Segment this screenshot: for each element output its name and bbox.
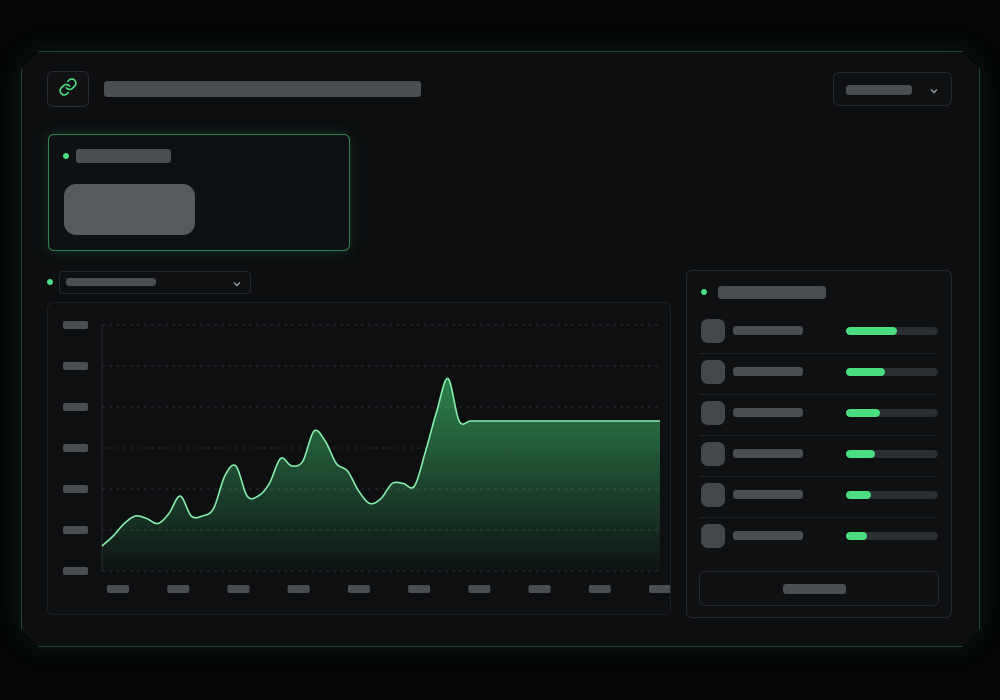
kpi-value — [64, 184, 195, 235]
progress-track — [846, 409, 938, 417]
status-dot — [63, 153, 69, 159]
avatar — [701, 319, 725, 343]
leaderboard-title — [718, 286, 826, 299]
list-item[interactable] — [699, 517, 938, 558]
chevron-down-icon — [232, 276, 242, 294]
x-tick-label — [287, 585, 310, 593]
view-all-button[interactable] — [699, 571, 939, 606]
kpi-card — [48, 134, 350, 251]
list-item-name — [733, 367, 803, 376]
x-tick-label — [227, 585, 250, 593]
avatar — [701, 360, 725, 384]
metric-select-value — [66, 278, 156, 286]
y-tick-label — [63, 485, 88, 493]
x-tick-label — [167, 585, 190, 593]
avatar — [701, 483, 725, 507]
y-tick-label — [63, 444, 88, 452]
y-tick-label — [63, 362, 88, 370]
progress-fill — [846, 532, 868, 540]
x-tick-label — [408, 585, 431, 593]
status-dot — [701, 289, 707, 295]
area-chart — [63, 321, 670, 593]
progress-track — [846, 368, 938, 376]
period-select[interactable] — [833, 72, 952, 106]
x-tick-label — [588, 585, 611, 593]
progress-track — [846, 327, 938, 335]
progress-fill — [846, 368, 885, 376]
y-tick-label — [63, 321, 88, 329]
view-all-label — [783, 584, 846, 594]
list-item[interactable] — [699, 394, 938, 436]
progress-fill — [846, 491, 871, 499]
progress-fill — [846, 450, 875, 458]
y-tick-label — [63, 567, 88, 575]
progress-track — [846, 491, 938, 499]
chevron-down-icon — [929, 83, 939, 101]
progress-track — [846, 450, 938, 458]
list-item-name — [733, 531, 803, 540]
x-tick-label — [468, 585, 491, 593]
avatar — [701, 401, 725, 425]
period-select-value — [846, 85, 912, 95]
x-tick-label — [649, 585, 670, 593]
link-button[interactable] — [47, 71, 89, 107]
progress-fill — [846, 409, 881, 417]
list-item-name — [733, 490, 803, 499]
list-item[interactable] — [699, 312, 938, 354]
list-item-name — [733, 408, 803, 417]
avatar — [701, 524, 725, 548]
y-tick-label — [63, 526, 88, 534]
leaderboard-panel — [686, 270, 952, 618]
progress-track — [846, 532, 938, 540]
metric-select[interactable] — [59, 271, 251, 294]
kpi-label — [76, 149, 171, 163]
y-tick-label — [63, 403, 88, 411]
list-item-name — [733, 326, 803, 335]
list-item[interactable] — [699, 353, 938, 395]
area-fill — [102, 378, 660, 571]
page-title — [104, 81, 421, 97]
list-item[interactable] — [699, 435, 938, 477]
list-item-name — [733, 449, 803, 458]
x-tick-label — [347, 585, 370, 593]
avatar — [701, 442, 725, 466]
chart-panel — [47, 302, 671, 615]
x-tick-label — [107, 585, 129, 593]
status-dot — [47, 279, 53, 285]
list-item[interactable] — [699, 476, 938, 518]
x-tick-label — [528, 585, 551, 593]
progress-fill — [846, 327, 897, 335]
link-icon — [58, 77, 78, 102]
